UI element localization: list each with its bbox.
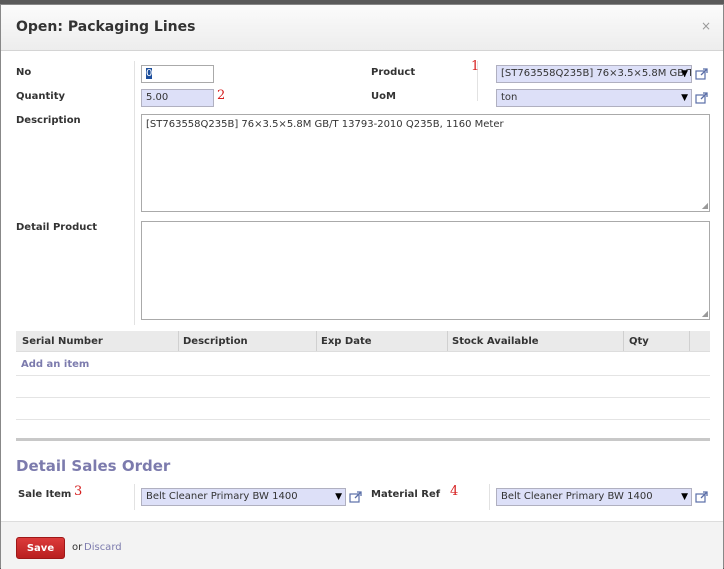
external-link-icon[interactable]: [349, 491, 363, 503]
column-divider: [447, 331, 448, 351]
annotation-2: 2: [217, 88, 226, 103]
material-ref-label: Material Ref: [371, 489, 441, 500]
quantity-field[interactable]: 5.00: [141, 89, 214, 107]
external-link-icon[interactable]: [695, 92, 709, 104]
material-ref-select[interactable]: Belt Cleaner Primary BW 1400 ▼: [496, 488, 692, 506]
or-text: or: [72, 542, 83, 553]
chevron-down-icon: ▼: [681, 69, 688, 79]
table-row: [16, 397, 710, 398]
label-divider: [489, 484, 490, 510]
table-row: [16, 419, 710, 420]
sale-item-label: Sale Item: [18, 489, 72, 500]
discard-link[interactable]: Discard: [84, 542, 122, 553]
table-bottom-border: [16, 438, 710, 441]
resize-grip-icon[interactable]: ◢: [702, 201, 708, 210]
annotation-1: 1: [471, 59, 480, 74]
uom-value: ton: [501, 92, 518, 103]
quantity-label: Quantity: [16, 91, 65, 102]
chevron-down-icon: ▼: [681, 93, 688, 103]
dialog-header: Open: Packaging Lines ×: [1, 5, 723, 51]
no-label: No: [16, 67, 32, 78]
detail-product-label: Detail Product: [16, 222, 98, 233]
uom-label: UoM: [371, 91, 396, 102]
column-divider: [689, 331, 690, 351]
external-link-icon[interactable]: [695, 68, 709, 80]
sale-item-select[interactable]: Belt Cleaner Primary BW 1400 ▼: [141, 488, 346, 506]
table-row: [16, 375, 710, 376]
external-link-icon[interactable]: [695, 491, 709, 503]
sale-item-value: Belt Cleaner Primary BW 1400: [146, 491, 298, 502]
uom-select[interactable]: ton ▼: [496, 89, 692, 107]
column-description[interactable]: Description: [183, 336, 248, 347]
column-stock-available[interactable]: Stock Available: [452, 336, 539, 347]
column-divider: [623, 331, 624, 351]
close-icon[interactable]: ×: [701, 19, 711, 33]
packaging-lines-dialog: Open: Packaging Lines × No Quantity Desc…: [0, 4, 724, 569]
annotation-3: 3: [74, 484, 83, 499]
column-exp-date[interactable]: Exp Date: [321, 336, 372, 347]
label-divider: [134, 61, 135, 325]
material-ref-value: Belt Cleaner Primary BW 1400: [501, 491, 653, 502]
chevron-down-icon: ▼: [681, 492, 688, 502]
add-item-link[interactable]: Add an item: [21, 359, 89, 370]
table-header: Serial Number Description Exp Date Stock…: [16, 331, 710, 352]
resize-grip-icon[interactable]: ◢: [702, 309, 708, 318]
product-label: Product: [371, 67, 416, 78]
description-value: [ST763558Q235B] 76×3.5×5.8M GB/T 13793-2…: [146, 119, 504, 130]
product-value: [ST763558Q235B] 76×3.5×5.8M GB/T: [501, 68, 692, 79]
section-heading-detail-sales-order: Detail Sales Order: [16, 457, 171, 475]
dialog-title: Open: Packaging Lines: [16, 19, 196, 35]
chevron-down-icon: ▼: [335, 492, 342, 502]
no-value: 0: [146, 68, 153, 79]
column-serial-number[interactable]: Serial Number: [22, 336, 103, 347]
column-divider: [178, 331, 179, 351]
column-qty[interactable]: Qty: [629, 336, 649, 347]
description-label: Description: [16, 115, 81, 126]
column-divider: [316, 331, 317, 351]
annotation-4: 4: [450, 484, 459, 499]
detail-product-textarea[interactable]: ◢: [141, 221, 710, 320]
product-select[interactable]: [ST763558Q235B] 76×3.5×5.8M GB/T ▼: [496, 65, 692, 83]
save-button[interactable]: Save: [16, 537, 65, 559]
label-divider: [134, 484, 135, 510]
dialog-footer: Save or Discard: [1, 521, 723, 569]
description-textarea[interactable]: [ST763558Q235B] 76×3.5×5.8M GB/T 13793-2…: [141, 114, 710, 212]
no-field[interactable]: 0: [141, 65, 214, 83]
